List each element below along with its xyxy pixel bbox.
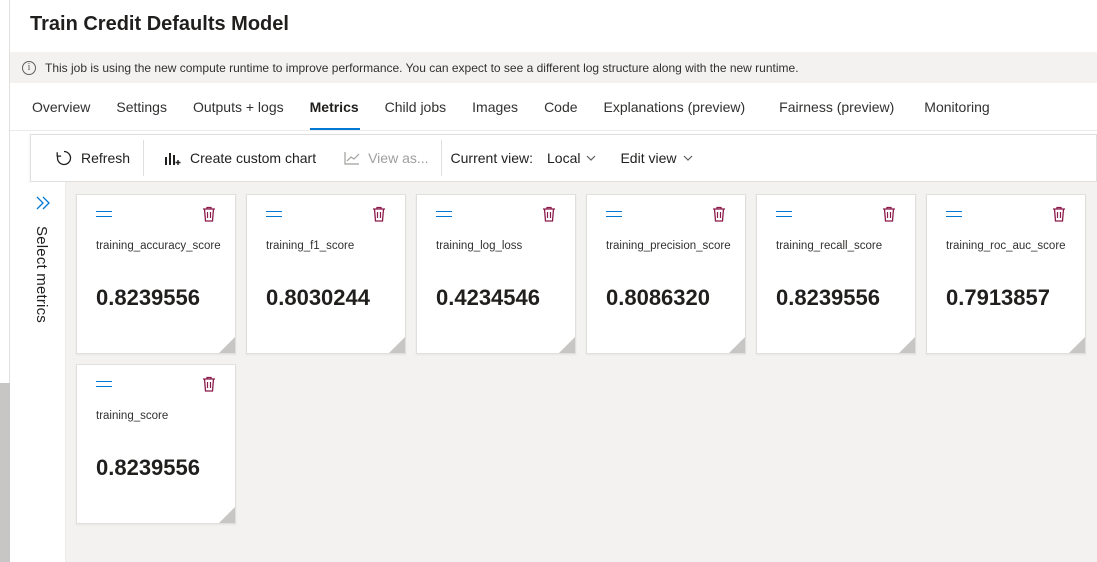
tab-fairness[interactable]: Fairness (preview) <box>767 92 912 130</box>
tab-settings[interactable]: Settings <box>104 92 181 130</box>
metric-value: 0.8239556 <box>776 285 880 310</box>
metric-value: 0.8030244 <box>266 285 370 310</box>
tab-explanations[interactable]: Explanations (preview) <box>592 92 768 130</box>
info-icon: i <box>22 60 36 75</box>
refresh-icon <box>55 149 73 167</box>
drag-handle-icon[interactable] <box>436 211 452 217</box>
view-as-button[interactable]: View as... <box>344 150 429 166</box>
delete-icon[interactable] <box>1052 206 1066 227</box>
create-custom-chart-button[interactable]: Create custom chart <box>164 150 316 166</box>
line-chart-icon <box>344 151 360 165</box>
metric-card: training_f1_score 0.8030244 <box>246 194 406 354</box>
metrics-toolbar: Refresh Create custom chart View as... C… <box>30 134 1097 182</box>
tab-metrics[interactable]: Metrics <box>298 92 373 130</box>
resize-handle[interactable] <box>389 337 405 353</box>
metric-value: 0.4234546 <box>436 285 540 310</box>
expand-panel-icon[interactable] <box>35 196 51 215</box>
resize-handle[interactable] <box>899 337 915 353</box>
bar-chart-add-icon <box>164 150 182 166</box>
current-view-dropdown[interactable]: Current view: Local <box>451 150 597 166</box>
resize-handle[interactable] <box>219 507 235 523</box>
metric-card: training_recall_score 0.8239556 <box>756 194 916 354</box>
tabs-divider <box>10 130 1097 131</box>
drag-handle-icon[interactable] <box>96 381 112 387</box>
edit-view-label: Edit view <box>620 150 677 166</box>
delete-icon[interactable] <box>202 376 216 397</box>
metric-card: training_roc_auc_score 0.7913857 <box>926 194 1086 354</box>
metric-name: training_recall_score <box>776 240 883 252</box>
resize-handle[interactable] <box>729 337 745 353</box>
tab-monitoring[interactable]: Monitoring <box>912 92 1003 130</box>
delete-icon[interactable] <box>882 206 896 227</box>
delete-icon[interactable] <box>712 206 726 227</box>
tab-outputs-logs[interactable]: Outputs + logs <box>181 92 298 130</box>
drag-handle-icon[interactable] <box>946 211 962 217</box>
tab-code[interactable]: Code <box>532 92 591 130</box>
metric-name: training_accuracy_score <box>96 240 221 252</box>
view-as-label: View as... <box>368 150 429 166</box>
tab-bar: Overview Settings Outputs + logs Metrics… <box>20 92 1004 130</box>
page-title: Train Credit Defaults Model <box>30 13 289 35</box>
metric-card: training_score 0.8239556 <box>76 364 236 524</box>
drag-handle-icon[interactable] <box>606 211 622 217</box>
metric-name: training_f1_score <box>266 240 355 252</box>
current-view-label: Current view: <box>450 150 533 166</box>
refresh-label: Refresh <box>81 150 131 166</box>
tab-child-jobs[interactable]: Child jobs <box>373 92 460 130</box>
metric-value: 0.8239556 <box>96 455 200 480</box>
metric-name: training_roc_auc_score <box>946 240 1066 252</box>
drag-handle-icon[interactable] <box>96 211 112 217</box>
resize-handle[interactable] <box>219 337 235 353</box>
resize-handle[interactable] <box>1069 337 1085 353</box>
resize-handle[interactable] <box>559 337 575 353</box>
edit-view-dropdown[interactable]: Edit view <box>620 150 692 166</box>
metric-name: training_score <box>96 410 169 422</box>
refresh-button[interactable]: Refresh <box>53 149 130 167</box>
toolbar-divider-2 <box>440 140 442 176</box>
metric-card: training_log_loss 0.4234546 <box>416 194 576 354</box>
metric-card: training_accuracy_score 0.8239556 <box>76 194 236 354</box>
metric-card: training_precision_score 0.8086320 <box>586 194 746 354</box>
current-view-value: Local <box>547 150 581 166</box>
create-custom-chart-label: Create custom chart <box>190 150 317 166</box>
tab-images[interactable]: Images <box>460 92 532 130</box>
delete-icon[interactable] <box>202 206 216 227</box>
metric-name: training_log_loss <box>436 240 523 252</box>
info-banner-text: This job is using the new compute runtim… <box>45 60 799 75</box>
chevron-down-icon <box>586 153 596 164</box>
info-banner: i This job is using the new compute runt… <box>10 52 1097 83</box>
delete-icon[interactable] <box>542 206 556 227</box>
metric-value: 0.7913857 <box>946 285 1050 310</box>
left-edge-scroll-region <box>0 383 10 562</box>
drag-handle-icon[interactable] <box>776 211 792 217</box>
metric-value: 0.8239556 <box>96 285 200 310</box>
toolbar-divider <box>143 140 145 176</box>
select-metrics-toggle[interactable]: Select metrics <box>33 226 50 323</box>
metric-name: training_precision_score <box>606 240 731 252</box>
chevron-down-icon <box>683 153 693 164</box>
metric-value: 0.8086320 <box>606 285 710 310</box>
delete-icon[interactable] <box>372 206 386 227</box>
drag-handle-icon[interactable] <box>266 211 282 217</box>
tab-overview[interactable]: Overview <box>20 92 104 130</box>
